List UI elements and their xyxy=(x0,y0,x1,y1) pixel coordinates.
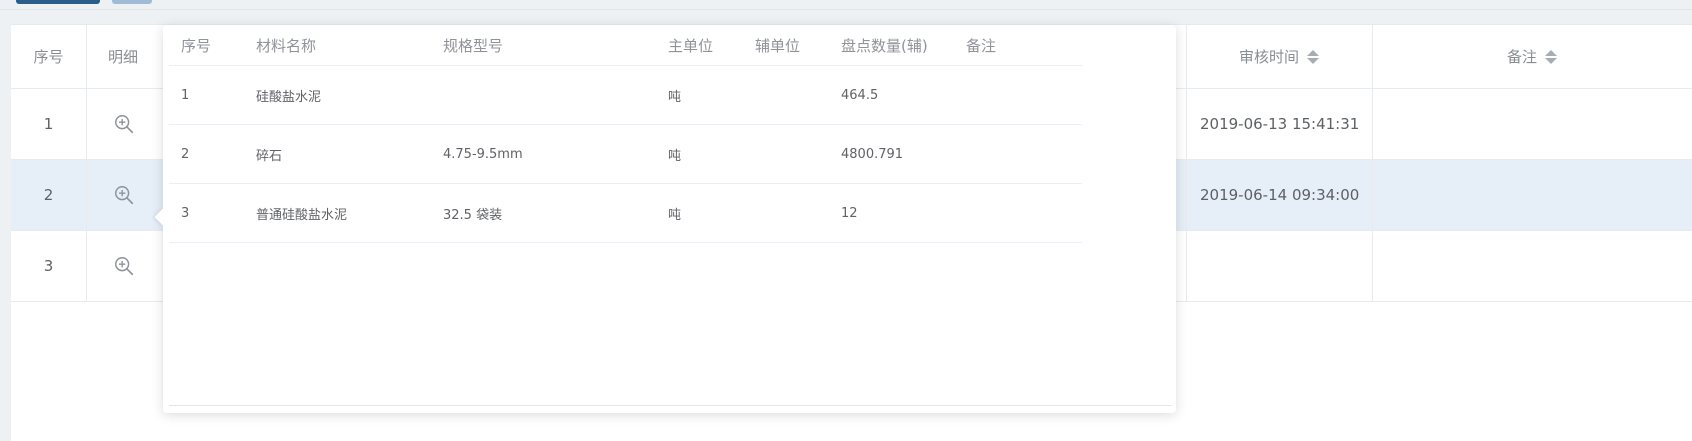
header-index: 序号 xyxy=(11,25,86,88)
detail-header-count-qty: 盘点数量(辅) xyxy=(841,36,928,55)
sort-caret-icon[interactable] xyxy=(1545,49,1557,64)
detail-popover: 序号 材料名称 规格型号 主单位 辅单位 盘点数量(辅) 备注 1 硅酸盐水泥 … xyxy=(154,25,1176,413)
detail-material-name: 碎石 xyxy=(256,148,283,164)
detail-spec: 4.75-9.5mm xyxy=(443,146,523,162)
toolbar-secondary-button[interactable] xyxy=(112,0,152,4)
row-index: 3 xyxy=(43,257,54,275)
detail-cell[interactable] xyxy=(86,89,161,159)
sort-caret-icon[interactable] xyxy=(1307,49,1319,64)
detail-header-remark: 备注 xyxy=(966,36,997,55)
detail-count-qty: 12 xyxy=(841,205,858,221)
detail-header-index: 序号 xyxy=(181,36,212,55)
zoom-in-icon[interactable] xyxy=(113,255,135,277)
detail-index: 3 xyxy=(181,205,190,221)
detail-index: 2 xyxy=(181,146,190,162)
detail-table-row: 2 碎石 4.75-9.5mm 吨 4800.791 xyxy=(169,125,1082,184)
remark-cell xyxy=(1372,160,1692,230)
header-detail: 明细 xyxy=(86,25,161,88)
detail-table-row: 1 硅酸盐水泥 吨 464.5 xyxy=(169,66,1082,125)
detail-main-unit: 吨 xyxy=(668,207,682,223)
audit-time-cell: 2019-06-13 15:41:31 xyxy=(1200,115,1360,133)
detail-cell[interactable] xyxy=(86,160,161,230)
zoom-in-icon[interactable] xyxy=(113,184,135,206)
column-divider xyxy=(1186,25,1187,302)
remark-cell xyxy=(1372,231,1692,301)
remark-cell xyxy=(1372,89,1692,159)
detail-main-unit: 吨 xyxy=(668,148,682,164)
detail-count-qty: 4800.791 xyxy=(841,146,904,162)
detail-table-bottom-border xyxy=(169,405,1171,406)
detail-table-header: 序号 材料名称 规格型号 主单位 辅单位 盘点数量(辅) 备注 xyxy=(169,25,1082,66)
detail-header-spec: 规格型号 xyxy=(443,36,504,55)
audit-time-cell: 2019-06-14 09:34:00 xyxy=(1200,186,1360,204)
column-divider xyxy=(86,25,87,302)
toolbar-divider xyxy=(0,9,1692,10)
detail-header-main-unit: 主单位 xyxy=(668,36,714,55)
toolbar-primary-button[interactable] xyxy=(16,0,100,4)
detail-material-name: 普通硅酸盐水泥 xyxy=(256,207,348,223)
zoom-in-icon[interactable] xyxy=(113,113,135,135)
header-detail-label: 明细 xyxy=(108,48,139,66)
detail-header-material-name: 材料名称 xyxy=(256,36,317,55)
header-audit-time[interactable]: 审核时间 xyxy=(1186,25,1372,88)
detail-spec: 32.5 袋装 xyxy=(443,207,503,223)
detail-main-unit: 吨 xyxy=(668,89,682,105)
column-divider xyxy=(1372,25,1373,302)
row-index: 2 xyxy=(43,186,54,204)
header-remark[interactable]: 备注 xyxy=(1372,25,1692,88)
detail-count-qty: 464.5 xyxy=(841,87,879,103)
detail-header-aux-unit: 辅单位 xyxy=(755,36,801,55)
detail-table-row: 3 普通硅酸盐水泥 32.5 袋装 吨 12 xyxy=(169,184,1082,243)
main-table: 序号 明细 审核时间 备注 1 2019-06-13 15:41:31 2 20… xyxy=(11,24,1692,441)
header-audit-time-label: 审核时间 xyxy=(1238,48,1299,66)
row-index: 1 xyxy=(43,115,54,133)
audit-time-cell xyxy=(1186,231,1372,301)
header-index-label: 序号 xyxy=(33,48,64,66)
header-remark-label: 备注 xyxy=(1506,48,1537,66)
detail-material-name: 硅酸盐水泥 xyxy=(256,89,322,105)
detail-cell[interactable] xyxy=(86,231,161,301)
detail-index: 1 xyxy=(181,87,190,103)
